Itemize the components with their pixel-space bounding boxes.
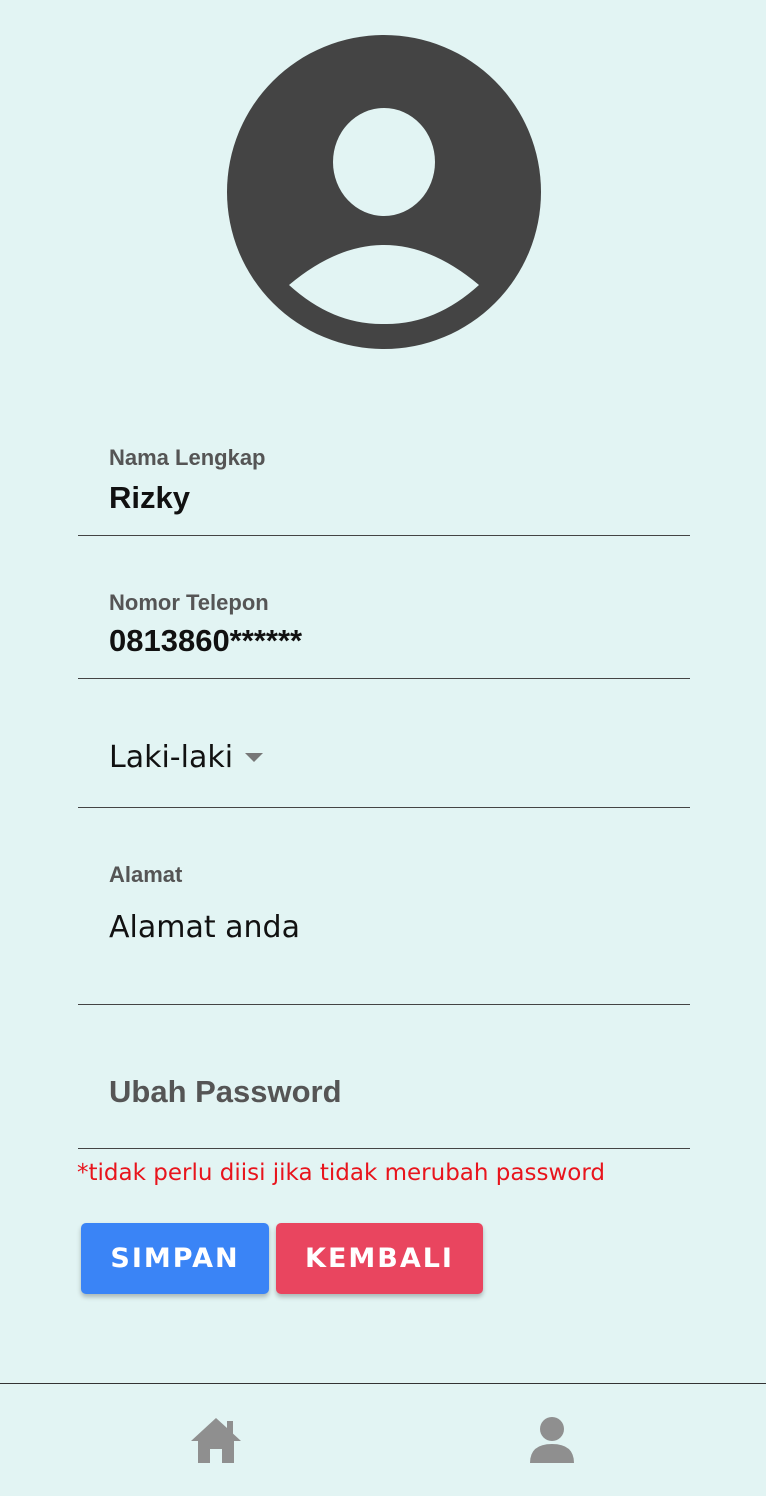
nomor-telepon-label: Nomor Telepon (109, 590, 269, 615)
alamat-input[interactable]: Alamat anda (109, 910, 300, 945)
home-icon (191, 1418, 241, 1463)
password-input[interactable]: Ubah Password (109, 1074, 342, 1110)
nama-lengkap-label: Nama Lengkap (109, 445, 266, 470)
gender-field: Laki-laki (78, 720, 690, 808)
user-avatar-icon (227, 35, 541, 349)
alamat-label: Alamat (109, 862, 183, 887)
nav-home-button[interactable] (189, 1414, 243, 1468)
nomor-telepon-input[interactable]: 0813860****** (109, 623, 302, 659)
password-hint: *tidak perlu diisi jika tidak merubah pa… (77, 1160, 605, 1186)
password-field[interactable]: Ubah Password (78, 1052, 690, 1149)
bottom-navigation (0, 1383, 766, 1496)
nomor-telepon-field[interactable]: Nomor Telepon 0813860****** (78, 575, 690, 679)
gender-selected-value: Laki-laki (109, 740, 234, 775)
gender-select[interactable]: Laki-laki (109, 740, 264, 775)
nama-lengkap-input[interactable]: Rizky (109, 480, 190, 516)
avatar[interactable] (227, 35, 541, 349)
nav-profile-button[interactable] (525, 1414, 579, 1468)
caret-down-icon (245, 753, 264, 762)
alamat-field[interactable]: Alamat Alamat anda (78, 850, 690, 1005)
profile-icon (530, 1417, 574, 1463)
simpan-button[interactable]: SIMPAN (81, 1223, 269, 1294)
nama-lengkap-field[interactable]: Nama Lengkap Rizky (78, 430, 690, 536)
kembali-button[interactable]: KEMBALI (276, 1223, 483, 1294)
